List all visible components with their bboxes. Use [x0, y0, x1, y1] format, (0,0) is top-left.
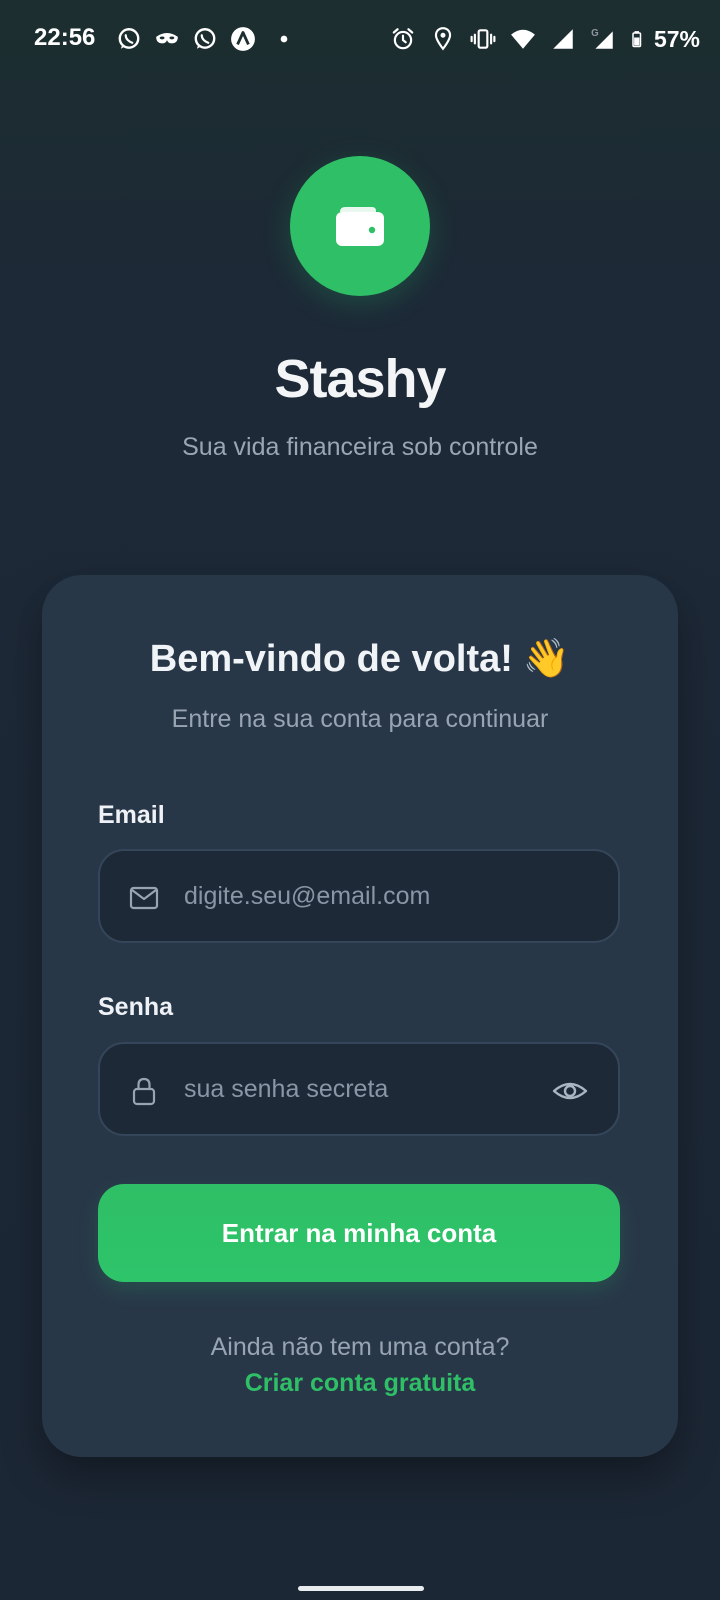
whatsapp-icon [194, 28, 216, 49]
password-field[interactable] [98, 1042, 620, 1136]
signup-prompt: Ainda não tem uma conta? [210, 1333, 510, 1361]
lock-icon [132, 1077, 156, 1106]
app-tagline: Sua vida financeira sob controle [182, 433, 538, 461]
signal-icon [553, 29, 573, 49]
battery-percent: 57% [653, 25, 700, 52]
waving-hand-emoji: 👋 [522, 638, 571, 680]
wifi-icon [511, 29, 535, 49]
system-status-icons: G 57% [390, 24, 700, 54]
alarm-icon [392, 28, 414, 50]
email-field[interactable] [98, 849, 620, 943]
welcome-subheading: Entre na sua conta para continuar [171, 705, 549, 733]
app-logo [290, 156, 430, 296]
mail-icon [129, 886, 159, 910]
status-bar: 22:56 G 57% [0, 0, 720, 78]
vibrate-icon [470, 29, 496, 49]
home-indicator[interactable] [298, 1586, 424, 1591]
login-button[interactable]: Entrar na minha conta [98, 1184, 620, 1282]
email-label: Email [98, 801, 165, 829]
status-time: 22:56 [34, 24, 96, 51]
svg-text:G: G [591, 28, 599, 39]
welcome-heading-text: Bem-vindo de volta! [149, 638, 513, 680]
battery-icon [632, 31, 642, 48]
wallet-icon [336, 207, 384, 246]
location-pin-icon [434, 27, 452, 51]
signal-g-icon: G [591, 28, 613, 49]
password-label: Senha [98, 993, 174, 1021]
password-input[interactable] [184, 1044, 544, 1134]
eye-icon[interactable] [552, 1073, 588, 1109]
spy-mask-icon [156, 33, 178, 44]
login-card: Bem-vindo de volta! 👋 Entre na sua conta … [42, 575, 678, 1457]
email-input[interactable] [184, 851, 544, 941]
notification-icons [116, 24, 292, 54]
create-account-link[interactable]: Criar conta gratuita [42, 1369, 678, 1398]
app-name: Stashy [274, 349, 446, 409]
notification-dot-icon [280, 35, 288, 43]
welcome-heading: Bem-vindo de volta! 👋 [42, 637, 678, 681]
app-logo-icon [231, 27, 255, 51]
whatsapp-icon [118, 28, 140, 49]
